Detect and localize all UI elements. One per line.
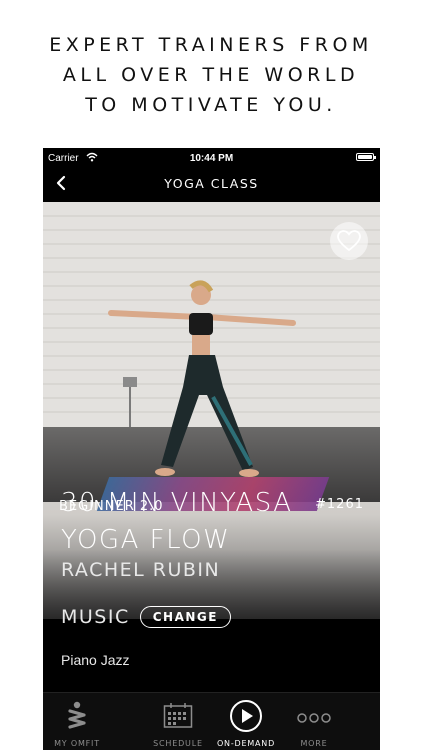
tab-label: MORE: [300, 739, 328, 748]
status-time: 10:44 PM: [189, 153, 234, 164]
favorite-button[interactable]: [330, 222, 368, 260]
headline-line-2: ALL OVER THE WORLD: [62, 64, 360, 86]
tab-label: ON-DEMAND: [216, 739, 276, 748]
class-title-line-1: 30 MIN VINYASA: [61, 488, 293, 518]
trainer-name: RACHEL RUBIN: [61, 559, 221, 581]
music-selection: Piano Jazz: [61, 652, 130, 668]
headline-line-1: EXPERT TRAINERS FROM: [49, 34, 373, 56]
music-label: MUSIC: [61, 606, 130, 628]
class-details: 30 MIN VINYASA YOGA FLOW RACHEL RUBIN MU…: [61, 485, 371, 668]
heart-icon: [337, 230, 361, 252]
more-dots-icon: [297, 709, 331, 728]
class-title: 30 MIN VINYASA YOGA FLOW: [61, 485, 371, 559]
nav-bar: YOGA CLASS: [43, 168, 380, 200]
music-row: MUSIC CHANGE: [61, 606, 231, 628]
headline-line-3: TO MOTIVATE YOU.: [85, 94, 337, 116]
tab-label: SCHEDULE: [153, 739, 203, 748]
status-bar: Carrier 10:44 PM: [43, 148, 380, 168]
tab-label: MY OMFIT: [54, 739, 100, 748]
yoga-instructor-figure: [108, 280, 296, 477]
tab-schedule[interactable]: SCHEDULE: [144, 693, 212, 750]
omfit-logo-icon: [66, 701, 88, 735]
nav-title: YOGA CLASS: [164, 176, 259, 191]
tab-more[interactable]: MORE: [280, 693, 348, 750]
change-music-button[interactable]: CHANGE: [139, 606, 231, 628]
battery-icon: [356, 153, 376, 161]
tab-my-omfit[interactable]: MY OMFIT: [43, 693, 111, 750]
phone-screen: Carrier 10:44 PM YOGA CLASS BEGINNER 2.0…: [43, 148, 380, 750]
tab-bar: MY OMFIT SCHEDULE ON-DEMAND MORE: [43, 692, 380, 750]
promo-headline: EXPERT TRAINERS FROM ALL OVER THE WORLD …: [0, 30, 422, 120]
class-title-line-2: YOGA FLOW: [61, 525, 231, 555]
calendar-icon: [163, 703, 193, 733]
play-icon: [229, 699, 263, 737]
tab-on-demand[interactable]: ON-DEMAND: [212, 693, 280, 750]
